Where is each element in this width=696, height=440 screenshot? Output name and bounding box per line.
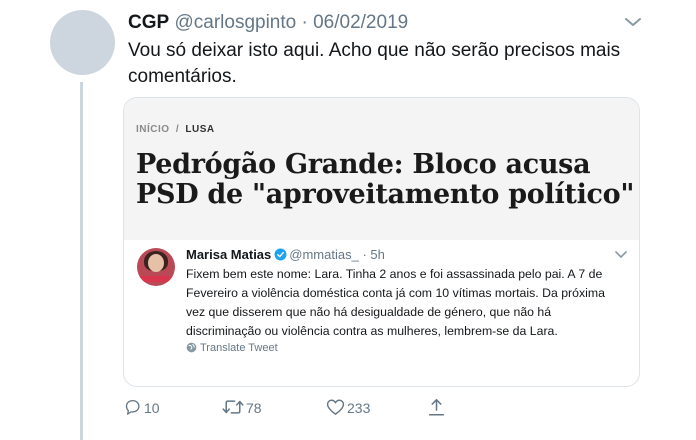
embedded-author-handle: @mmatias_: [289, 247, 359, 262]
author-name[interactable]: CGP: [128, 12, 169, 33]
tweet-text: Vou só deixar isto aqui. Acho que não se…: [128, 40, 621, 87]
breadcrumb: INÍCIO / LUSA: [136, 124, 215, 135]
embedded-image-card[interactable]: INÍCIO / LUSA Pedrógão Grande: Bloco acu…: [123, 97, 640, 387]
reply-icon: [125, 399, 140, 415]
share-button[interactable]: [428, 398, 447, 418]
author-avatar[interactable]: [50, 10, 115, 75]
breadcrumb-separator: /: [175, 124, 180, 135]
translate-label: Translate Tweet: [200, 342, 278, 354]
share-icon: [428, 399, 445, 416]
tweet-header: CGP @carlosgpinto · 06/02/2019: [128, 12, 408, 34]
like-button[interactable]: 233: [326, 398, 370, 418]
embedded-author-avatar: [137, 248, 175, 286]
tweet-date[interactable]: 06/02/2019: [313, 12, 408, 33]
thread-line: [80, 82, 83, 440]
retweet-icon: [222, 400, 244, 414]
verified-badge-icon: [274, 248, 287, 261]
embedded-separator: ·: [362, 247, 367, 262]
like-icon: [326, 399, 345, 415]
embedded-tweet-text: Fixem bem este nome: Lara. Tinha 2 anos …: [186, 267, 605, 338]
retweet-count: 78: [246, 400, 262, 416]
author-handle[interactable]: @carlosgpinto: [174, 12, 296, 33]
embedded-time: 5h: [370, 247, 385, 262]
like-count: 233: [347, 400, 371, 416]
breadcrumb-section: LUSA: [185, 124, 215, 135]
reply-count: 10: [144, 400, 160, 416]
embedded-author-name: Marisa Matias: [186, 247, 272, 262]
header-separator: ·: [301, 12, 308, 33]
breadcrumb-home: INÍCIO: [136, 124, 170, 135]
translate-tweet: Translate Tweet: [186, 342, 278, 354]
reply-button[interactable]: 10: [123, 398, 160, 418]
embedded-tweet-header: Marisa Matias @mmatias_ · 5h: [186, 247, 385, 263]
globe-icon: [186, 342, 197, 353]
retweet-button[interactable]: 78: [222, 398, 262, 418]
caret-down-icon[interactable]: [622, 14, 644, 30]
caret-down-icon: [615, 251, 627, 258]
article-headline: Pedrógão Grande: Bloco acusa PSD de "apr…: [136, 149, 635, 210]
